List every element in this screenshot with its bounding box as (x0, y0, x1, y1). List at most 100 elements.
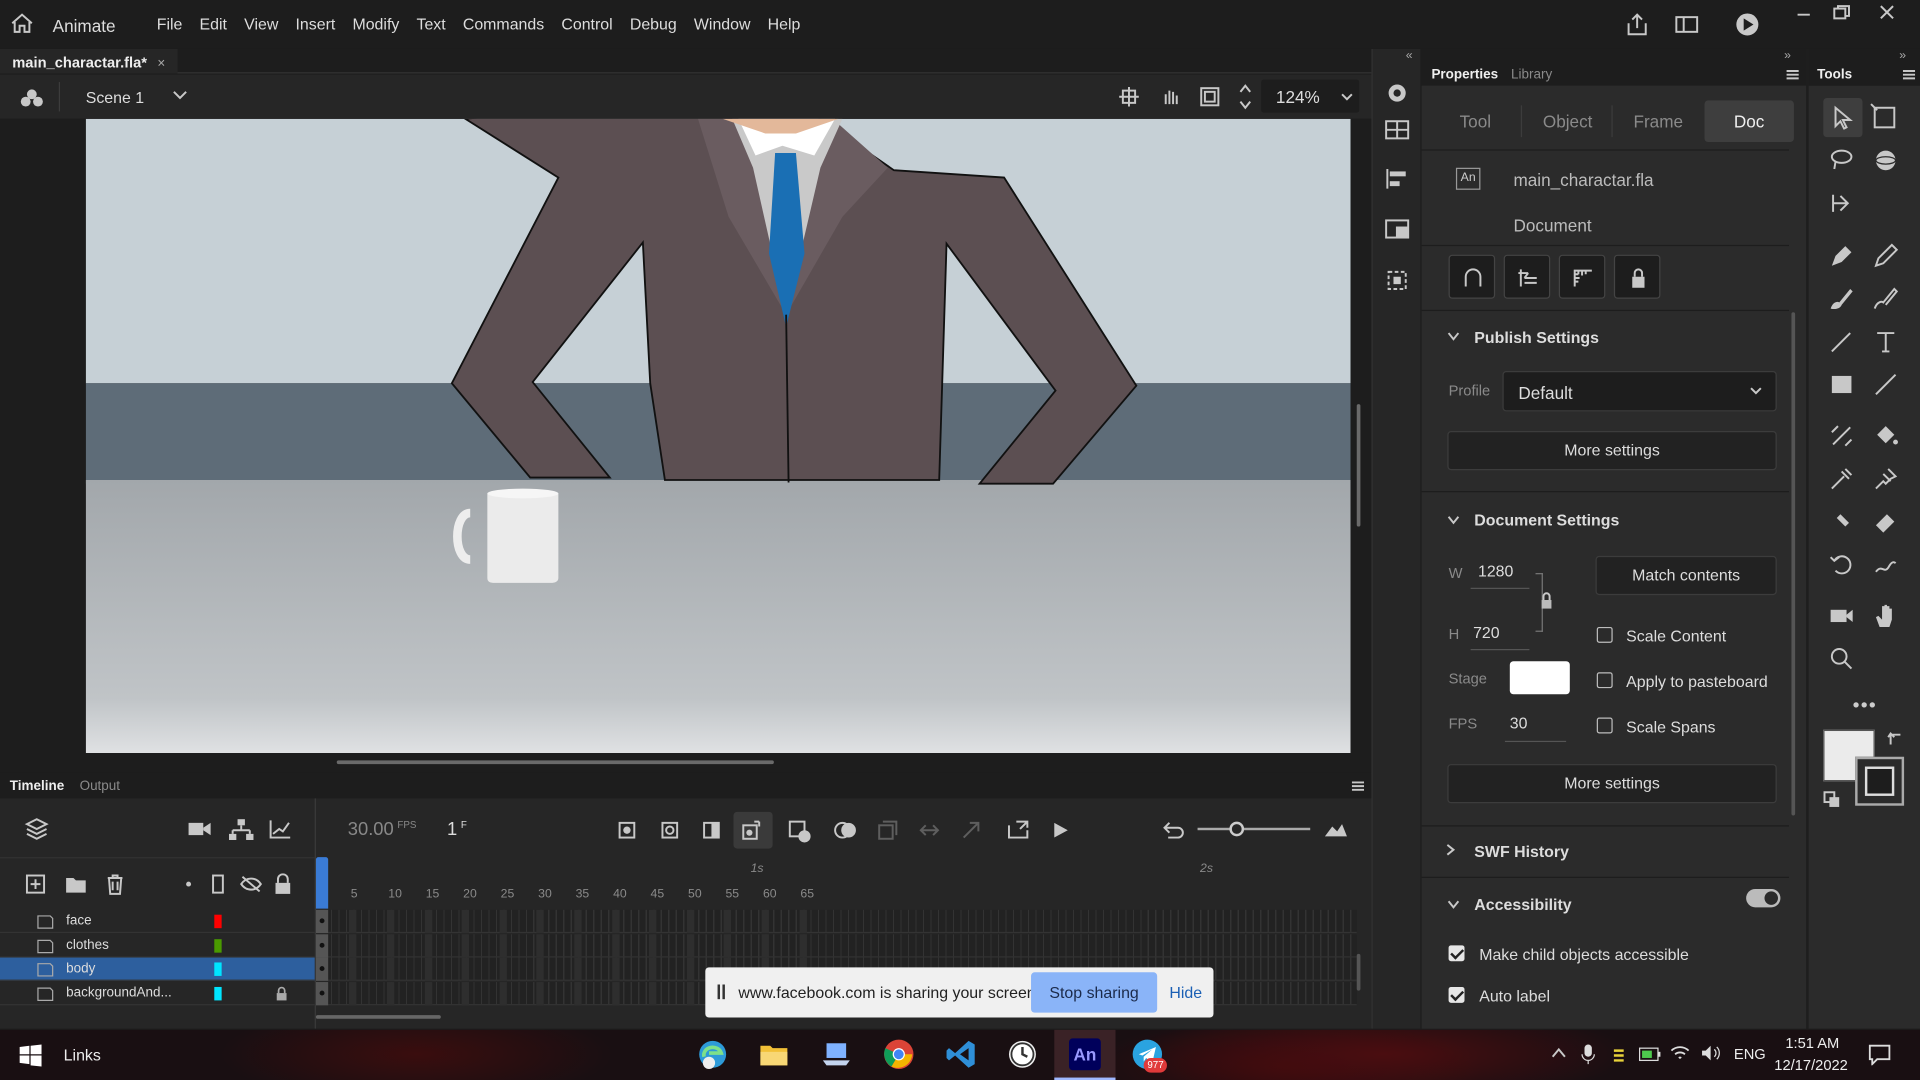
layer-frames[interactable] (315, 909, 1357, 934)
tab-output[interactable]: Output (80, 779, 120, 794)
menu-edit[interactable]: Edit (200, 15, 227, 33)
lock-layers-icon[interactable] (273, 873, 293, 895)
new-layer-icon[interactable] (25, 874, 46, 894)
frame-ruler[interactable]: 1s 2s 5 10 15 20 25 30 35 40 45 50 55 60 65 (315, 857, 1372, 909)
insert-blank-keyframe-icon[interactable] (659, 819, 681, 841)
clock-date[interactable]: 12/17/2022 (1774, 1057, 1848, 1074)
current-frame[interactable]: 1 (447, 819, 457, 840)
swap-colors-icon[interactable] (1886, 730, 1906, 750)
access-collapse-icon[interactable] (1446, 899, 1461, 911)
battery-saver-icon[interactable] (1611, 1047, 1626, 1064)
height-input[interactable]: 720 (1470, 615, 1530, 651)
layer-color-swatch[interactable] (214, 962, 222, 976)
transform-icon[interactable] (1384, 217, 1411, 241)
paint-brush-tool[interactable] (1828, 284, 1855, 311)
language-indicator[interactable]: ENG (1734, 1046, 1766, 1063)
blank-keyframe-icon[interactable] (787, 819, 811, 843)
keyframe-dot[interactable] (319, 990, 325, 995)
zoom-hand-tool[interactable] (1872, 551, 1899, 578)
layer-name[interactable]: face (66, 913, 91, 928)
workspace-icon[interactable] (1674, 12, 1701, 36)
layer-color-swatch[interactable] (214, 914, 222, 929)
fill-color-swatch[interactable] (1855, 756, 1905, 806)
hide-share-link[interactable]: Hide (1169, 983, 1202, 1001)
layer-frames[interactable] (315, 933, 1357, 957)
stage-canvas[interactable] (85, 118, 1351, 754)
info-icon[interactable] (1384, 267, 1411, 294)
subtab-tool[interactable]: Tool (1460, 111, 1491, 131)
bone-tool[interactable] (1828, 422, 1855, 449)
classic-brush-tool[interactable] (1872, 284, 1899, 311)
insert-keyframe-icon[interactable] (616, 819, 638, 841)
scale-spans-checkbox[interactable] (1596, 717, 1613, 734)
align-icon[interactable] (1384, 167, 1411, 191)
subtab-frame[interactable]: Frame (1633, 111, 1683, 131)
link-proportions-icon[interactable] (1539, 591, 1554, 611)
hide-layers-icon[interactable] (239, 874, 263, 894)
subtab-object[interactable]: Object (1543, 111, 1593, 131)
keyframe-dot[interactable] (319, 918, 325, 924)
windows-start-icon[interactable] (19, 1044, 42, 1067)
lock-icon[interactable] (276, 985, 288, 1001)
stage-color-swatch[interactable] (1509, 661, 1570, 695)
panel-menu-icon[interactable] (1351, 781, 1365, 791)
play-icon[interactable] (1051, 820, 1071, 840)
close-icon[interactable] (1876, 4, 1898, 21)
minimize-icon[interactable] (1793, 5, 1815, 22)
properties-menu-icon[interactable] (1786, 70, 1799, 80)
outline-layers-icon[interactable] (211, 874, 226, 894)
menu-insert[interactable]: Insert (295, 15, 335, 33)
wifi-icon[interactable] (1669, 1043, 1691, 1063)
chevron-down-icon[interactable] (171, 88, 188, 103)
camera-tool[interactable] (1828, 602, 1855, 629)
paint-bucket-tool[interactable] (1872, 422, 1899, 449)
stop-sharing-button[interactable]: Stop sharing (1031, 972, 1158, 1013)
menu-control[interactable]: Control (561, 15, 612, 33)
clock-time[interactable]: 1:51 AM (1785, 1035, 1839, 1052)
document-tab[interactable]: main_charactar.fla* × (0, 48, 178, 74)
match-contents-button[interactable]: Match contents (1595, 555, 1777, 596)
menu-text[interactable]: Text (416, 15, 445, 33)
share-icon[interactable] (1624, 11, 1651, 38)
swf-expand-icon[interactable] (1445, 842, 1457, 857)
hand-tool[interactable] (1872, 602, 1899, 629)
test-movie-icon[interactable] (1734, 11, 1761, 38)
undo-icon[interactable] (1161, 819, 1185, 841)
asset-warp-tool[interactable] (1828, 190, 1855, 217)
docset-collapse-icon[interactable] (1446, 514, 1461, 526)
docset-more-settings-button[interactable]: More settings (1447, 764, 1777, 804)
free-transform-tool[interactable] (1870, 103, 1899, 132)
new-folder-icon[interactable] (65, 874, 87, 894)
layer-row[interactable]: clothes (0, 933, 1359, 957)
rulers-button[interactable] (1558, 254, 1606, 299)
eraser-tool[interactable] (1872, 508, 1899, 535)
keyframe-dot[interactable] (319, 966, 325, 972)
scene-label[interactable]: Scene 1 (86, 88, 144, 106)
close-tab-icon[interactable]: × (157, 56, 165, 71)
rotate-tool[interactable] (1828, 551, 1855, 578)
layer-row[interactable]: face (0, 909, 1359, 934)
swf-history-title[interactable]: SWF History (1474, 842, 1569, 860)
fps-input[interactable]: 30 (1504, 704, 1567, 743)
3d-rotation-tool[interactable] (1872, 147, 1899, 174)
clip-canvas-icon[interactable] (1198, 84, 1222, 108)
loop-icon[interactable] (1007, 819, 1031, 841)
camera-icon[interactable] (187, 818, 211, 840)
graph-icon[interactable] (268, 818, 292, 840)
publish-collapse-icon[interactable] (1446, 331, 1461, 343)
zoom-field[interactable]: 124% (1261, 79, 1360, 113)
onion-skin-icon[interactable] (833, 819, 860, 841)
eyedropper-tool[interactable] (1828, 465, 1855, 492)
selection-tool[interactable] (1823, 97, 1863, 138)
menu-modify[interactable]: Modify (352, 15, 399, 33)
more-tools-icon[interactable]: ••• (1853, 696, 1877, 718)
rectangle-tool[interactable] (1828, 371, 1855, 398)
chrome-icon[interactable] (883, 1038, 915, 1070)
menu-view[interactable]: View (244, 15, 278, 33)
tab-properties[interactable]: Properties (1431, 67, 1498, 82)
menu-window[interactable]: Window (694, 15, 751, 33)
playhead[interactable] (315, 857, 329, 909)
menu-commands[interactable]: Commands (463, 15, 544, 33)
tab-library[interactable]: Library (1511, 67, 1552, 82)
animate-taskbar-button[interactable]: An (1054, 1029, 1116, 1080)
